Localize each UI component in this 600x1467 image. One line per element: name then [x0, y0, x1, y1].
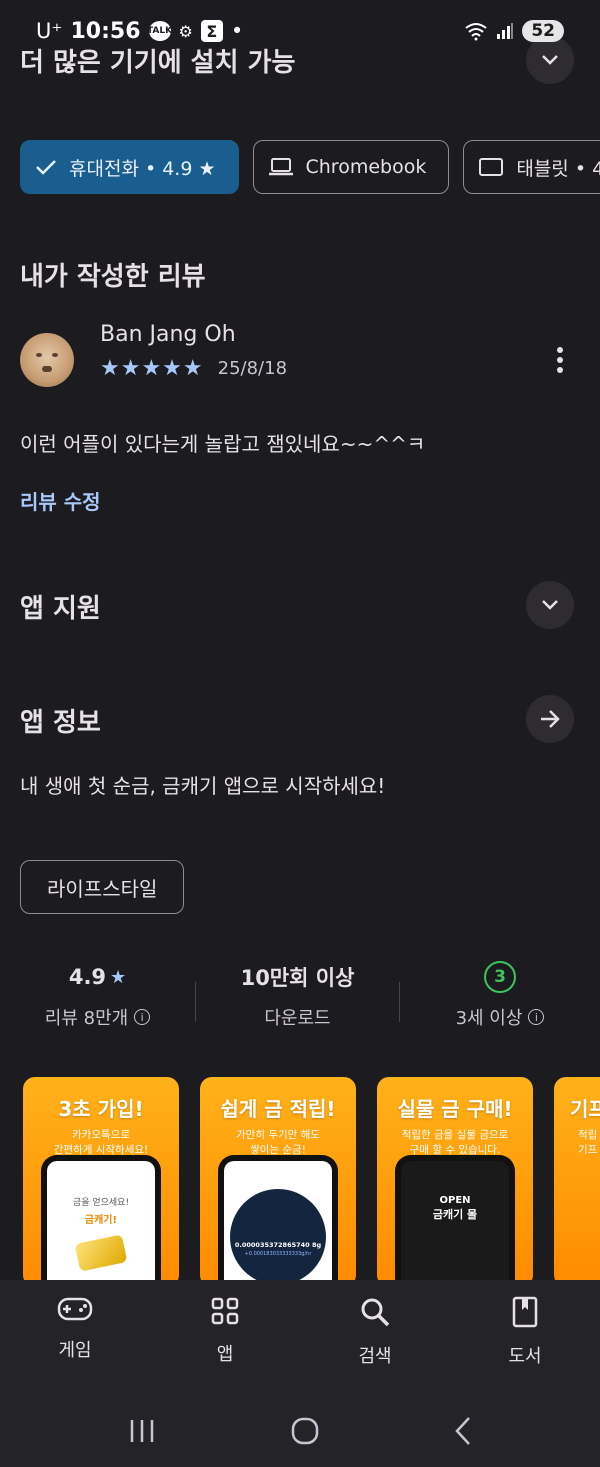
mockup-text: 0.000035372865740 8g — [234, 1241, 322, 1249]
age-stat[interactable]: 3 3세 이상 i — [400, 961, 600, 1030]
mockup-text: +0.000183033333333g/hr — [244, 1251, 312, 1257]
chip-tablet[interactable]: 태블릿 • 4 — [463, 140, 600, 194]
screenshot-subtext: 기프 — [578, 1143, 598, 1156]
screenshot-card[interactable]: 실물 금 구매! 적립한 금을 실물 금으로구매 할 수 있습니다. OPEN … — [377, 1077, 533, 1287]
mockup-text: OPEN — [439, 1195, 471, 1206]
reviews-count: 리뷰 8만개 — [44, 1008, 129, 1029]
arrow-right-icon — [541, 710, 560, 728]
chip-tablet-label: 태블릿 • 4 — [516, 157, 600, 180]
mockup-text: 금을 얻으세요! — [72, 1198, 130, 1208]
screenshot-subtext: 적립한 금을 실물 금으로 — [401, 1129, 509, 1141]
notification-icon: ⚙ — [178, 21, 193, 41]
chevron-down-icon — [542, 600, 558, 610]
wifi-icon — [465, 23, 487, 41]
rating-stat[interactable]: 4.9 ★ 리뷰 8만개 i — [0, 962, 195, 1030]
nav-search[interactable]: 검색 — [300, 1280, 450, 1395]
star-rating: ★★★★★ — [100, 356, 204, 381]
downloads-label: 다운로드 — [264, 1008, 331, 1029]
info-icon: i — [134, 1009, 151, 1025]
review-rating-row: ★★★★★ 25/8/18 — [100, 356, 287, 381]
rating-value: 4.9 — [68, 965, 107, 989]
downloads-value: 10만회 이상 — [240, 966, 355, 990]
chip-phone[interactable]: 휴대전화 • 4.9 ★ — [20, 140, 239, 194]
nav-apps[interactable]: 앱 — [150, 1280, 300, 1395]
recent-apps-icon[interactable] — [127, 1418, 157, 1444]
downloads-stat: 10만회 이상 다운로드 — [196, 962, 399, 1030]
app-support-heading[interactable]: 앱 지원 — [20, 588, 101, 625]
more-options-icon[interactable] — [548, 340, 572, 380]
nav-books-label: 도서 — [508, 1346, 542, 1367]
nav-search-label: 검색 — [358, 1346, 392, 1367]
signal-icon — [497, 23, 514, 39]
status-bar: U⁺ 10:56 TALK ⚙ Σ • 52 — [0, 0, 600, 62]
apps-grid-icon — [211, 1297, 239, 1325]
my-review-heading: 내가 작성한 리뷰 — [20, 262, 206, 292]
chip-chromebook-label: Chromebook — [305, 156, 427, 178]
screenshot-subtext: 구매 할 수 있습니다. — [409, 1143, 501, 1156]
nav-games-label: 게임 — [58, 1340, 92, 1361]
screenshot-subtext: 쌓이는 순금! — [250, 1143, 306, 1156]
home-icon[interactable] — [290, 1416, 320, 1446]
review-author: Ban Jang Oh — [100, 322, 236, 347]
screenshot-headline: 3초 가입! — [58, 1097, 144, 1121]
check-icon — [36, 160, 56, 175]
mockup-text: 금캐기! — [84, 1215, 118, 1226]
screenshot-subtext: 가만히 두기만 해도 — [236, 1129, 320, 1141]
chip-chromebook[interactable]: Chromebook — [252, 140, 450, 194]
book-icon — [512, 1296, 538, 1328]
screenshot-carousel: 3초 가입! 카카오톡으로간편하게 시작하세요! 금을 얻으세요! 금캐기! 쉽… — [23, 1077, 600, 1287]
review-text: 이런 어플이 있다는게 놀랍고 잼있네요~~^^ㅋ — [20, 432, 426, 456]
gamepad-icon — [57, 1297, 93, 1321]
age-rating-badge: 3 — [484, 961, 516, 993]
app-stats: 4.9 ★ 리뷰 8만개 i 10만회 이상 다운로드 3 3세 이상 i — [0, 961, 600, 1030]
clock: 10:56 — [70, 18, 141, 44]
phone-mockup: 금을 얻으세요! 금캐기! — [41, 1155, 161, 1287]
age-label: 3세 이상 — [455, 1008, 523, 1029]
laptop-icon — [268, 158, 293, 176]
carrier-label: U⁺ — [36, 19, 63, 43]
mockup-text: 금캐기 몰 — [432, 1208, 478, 1221]
avatar — [20, 333, 74, 387]
phone-mockup: OPEN 금캐기 몰 — [395, 1155, 515, 1287]
screenshot-subtext: 간편하게 시작하세요! — [53, 1143, 149, 1156]
screenshot-card[interactable]: 쉽게 금 적립! 가만히 두기만 해도쌓이는 순금! 0.00003537286… — [200, 1077, 356, 1287]
nav-books[interactable]: 도서 — [450, 1280, 600, 1395]
review-date: 25/8/18 — [217, 358, 288, 379]
expand-app-support-button[interactable] — [526, 581, 574, 629]
gold-counter-circle — [230, 1189, 326, 1285]
app-description: 내 생애 첫 순금, 금캐기 앱으로 시작하세요! — [20, 774, 386, 798]
screenshot-headline: 기프 — [570, 1097, 600, 1121]
system-navigation-bar — [0, 1395, 600, 1467]
chip-phone-label: 휴대전화 • 4.9 ★ — [69, 157, 216, 180]
more-notifications-dot: • — [230, 19, 244, 43]
nav-games[interactable]: 게임 — [0, 1280, 150, 1395]
star-icon: ★ — [110, 966, 127, 988]
battery-indicator: 52 — [522, 20, 564, 42]
nav-apps-label: 앱 — [216, 1344, 234, 1365]
app-info-arrow-button[interactable] — [526, 695, 574, 743]
tablet-icon — [479, 158, 504, 176]
screenshot-subtext: 적립 — [578, 1129, 598, 1141]
screenshot-card[interactable]: 3초 가입! 카카오톡으로간편하게 시작하세요! 금을 얻으세요! 금캐기! — [23, 1077, 179, 1287]
screenshot-card[interactable]: 기프 적립 기프 — [554, 1077, 600, 1287]
kakaotalk-icon: TALK — [147, 21, 172, 41]
device-filter-chips: 휴대전화 • 4.9 ★ Chromebook 태블릿 • 4 — [20, 140, 600, 194]
app-info-heading[interactable]: 앱 정보 — [20, 702, 101, 739]
screenshot-subtext: 카카오톡으로 — [72, 1129, 130, 1141]
screenshot-headline: 실물 금 구매! — [397, 1097, 513, 1121]
bottom-navigation: 게임 앱 검색 도서 — [0, 1280, 600, 1395]
edit-review-link[interactable]: 리뷰 수정 — [20, 486, 101, 515]
screenshot-headline: 쉽게 금 적립! — [220, 1097, 336, 1121]
phone-mockup: 0.000035372865740 8g +0.000183033333333g… — [218, 1155, 338, 1287]
category-chip[interactable]: 라이프스타일 — [20, 860, 185, 914]
sigma-icon: Σ — [200, 20, 223, 42]
info-icon: i — [528, 1009, 545, 1025]
gold-bars-illustration — [74, 1234, 128, 1272]
back-icon[interactable] — [453, 1416, 473, 1446]
search-icon — [361, 1298, 390, 1327]
